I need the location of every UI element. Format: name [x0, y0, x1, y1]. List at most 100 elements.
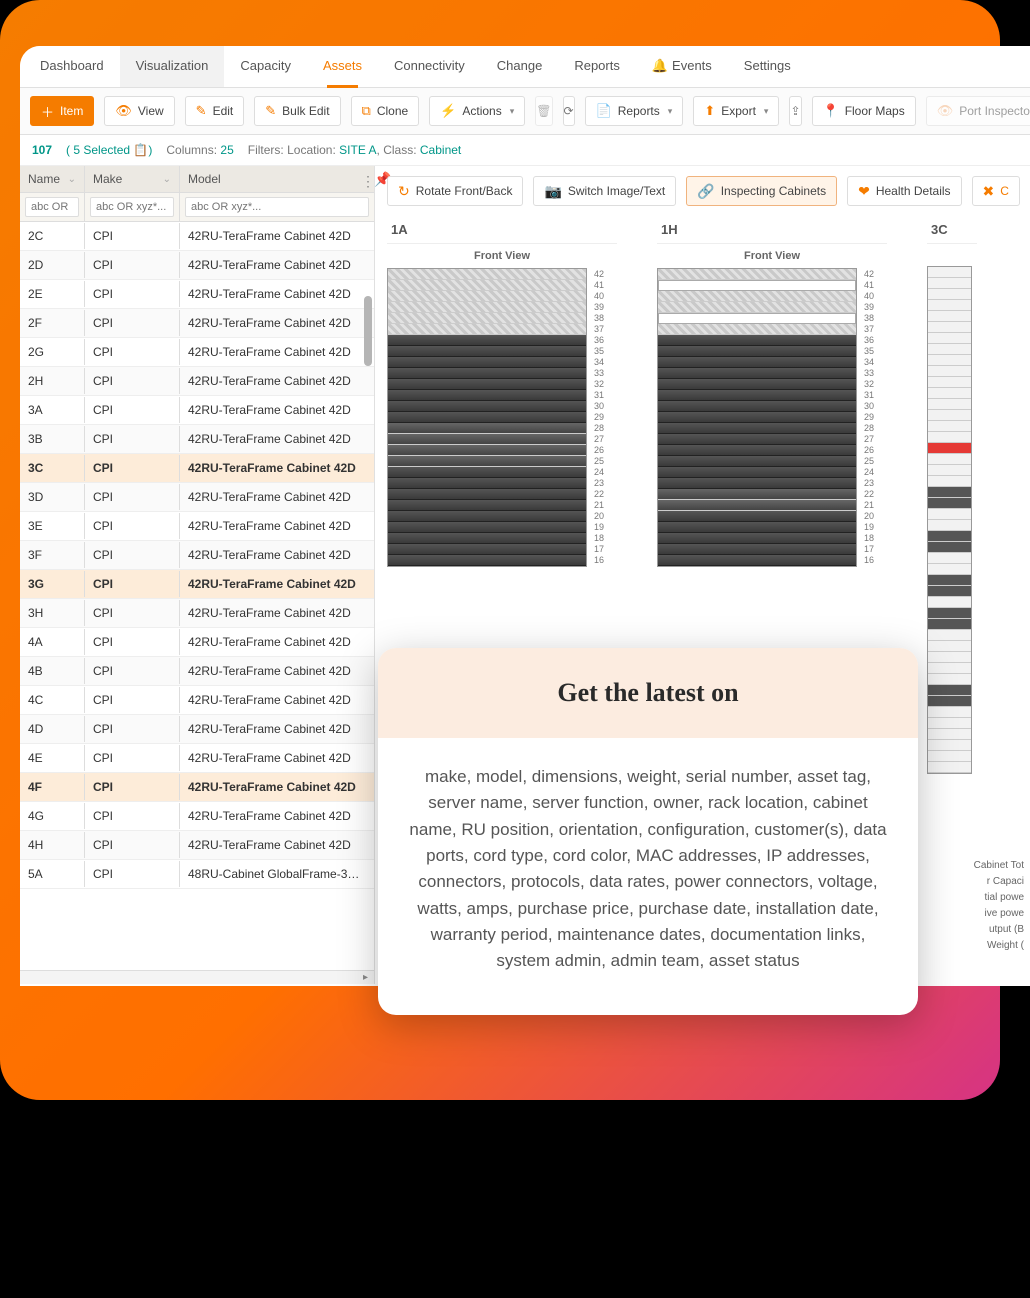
tab-settings[interactable]: Settings — [728, 46, 807, 87]
overlay-header: Get the latest on — [378, 648, 918, 738]
cabinet-title: 1A — [387, 216, 617, 244]
tab-connectivity[interactable]: Connectivity — [378, 46, 481, 87]
table-row[interactable]: 3ACPI42RU-TeraFrame Cabinet 42D — [20, 396, 374, 425]
table-row[interactable]: 2HCPI42RU-TeraFrame Cabinet 42D — [20, 367, 374, 396]
table-row[interactable]: 2CCPI42RU-TeraFrame Cabinet 42D — [20, 222, 374, 251]
front-view-label: Front View — [387, 250, 617, 262]
chevron-down-icon: ▾ — [668, 106, 673, 117]
table-row[interactable]: 2ECPI42RU-TeraFrame Cabinet 42D — [20, 280, 374, 309]
chevron-down-icon: ▾ — [764, 106, 769, 117]
overlay-body: make, model, dimensions, weight, serial … — [378, 738, 918, 1015]
refresh-button[interactable]: ⟳ — [563, 96, 575, 126]
col-header-make[interactable]: Make⌄ — [85, 166, 180, 192]
tab-events[interactable]: 🔔Events — [636, 46, 728, 87]
actions-dropdown[interactable]: ⚡Actions▾ — [429, 96, 525, 126]
bell-icon: 🔔 — [652, 58, 668, 73]
tab-dashboard[interactable]: Dashboard — [24, 46, 120, 87]
table-row[interactable]: 3BCPI42RU-TeraFrame Cabinet 42D — [20, 425, 374, 454]
filter-bar: 107 ( 5 Selected 📋) Columns: 25 Filters:… — [20, 135, 1030, 166]
top-nav: DashboardVisualizationCapacityAssetsConn… — [20, 46, 1030, 88]
viz-toolbar: ↻Rotate Front/Back 📷Switch Image/Text 🔗I… — [387, 176, 1018, 206]
pin-icon: 📍 — [823, 103, 839, 119]
table-row[interactable]: 2DCPI42RU-TeraFrame Cabinet 42D — [20, 251, 374, 280]
refresh-icon: ⟳ — [564, 104, 574, 118]
table-row[interactable]: 5ACPI48RU-Cabinet GlobalFrame-3A-... — [20, 860, 374, 889]
tab-change[interactable]: Change — [481, 46, 559, 87]
table-row[interactable]: 3DCPI42RU-TeraFrame Cabinet 42D — [20, 483, 374, 512]
cabinet-title: 3C — [927, 216, 977, 244]
row-count: 107 — [32, 143, 52, 157]
upload-icon: ⬆ — [704, 103, 715, 119]
tab-capacity[interactable]: Capacity — [224, 46, 307, 87]
bolt-icon: ⚡ — [440, 103, 456, 119]
vertical-scrollbar[interactable] — [364, 296, 372, 366]
floor-maps-button[interactable]: 📍Floor Maps — [812, 96, 916, 126]
close-button[interactable]: ✖C — [972, 176, 1020, 206]
bulk-edit-button[interactable]: ✎Bulk Edit — [254, 96, 340, 126]
heart-icon: ❤ — [858, 183, 870, 200]
table-row[interactable]: 3ECPI42RU-TeraFrame Cabinet 42D — [20, 512, 374, 541]
filter-model-input[interactable] — [185, 197, 369, 217]
share-button[interactable]: ⇪ — [789, 96, 801, 126]
col-header-name[interactable]: Name⌄ — [20, 166, 85, 192]
front-view-label: Front View — [657, 250, 887, 262]
table-header: Name⌄ Make⌄ Model — [20, 166, 374, 193]
rack-3c[interactable] — [927, 266, 972, 774]
table-row[interactable]: 4FCPI42RU-TeraFrame Cabinet 42D — [20, 773, 374, 802]
trash-button[interactable]: 🗑 — [535, 96, 552, 126]
table-row[interactable]: 4HCPI42RU-TeraFrame Cabinet 42D — [20, 831, 374, 860]
share-icon: ⇪ — [790, 104, 800, 118]
table-row[interactable]: 4CCPI42RU-TeraFrame Cabinet 42D — [20, 686, 374, 715]
tab-reports[interactable]: Reports — [558, 46, 636, 87]
inspecting-cabinets-button[interactable]: 🔗Inspecting Cabinets — [686, 176, 837, 206]
port-inspector-button[interactable]: 👁Port Inspector — [926, 96, 1030, 126]
copy-icon[interactable]: 📋 — [133, 143, 148, 157]
table-row[interactable]: 3FCPI42RU-TeraFrame Cabinet 42D — [20, 541, 374, 570]
copy-icon: ⧉ — [362, 103, 371, 119]
tab-assets[interactable]: Assets — [307, 46, 378, 87]
table-row[interactable]: 4DCPI42RU-TeraFrame Cabinet 42D — [20, 715, 374, 744]
table-row[interactable]: 3CCPI42RU-TeraFrame Cabinet 42D — [20, 454, 374, 483]
table-row[interactable]: 3GCPI42RU-TeraFrame Cabinet 42D — [20, 570, 374, 599]
tab-visualization[interactable]: Visualization — [120, 46, 225, 87]
switch-image-text-button[interactable]: 📷Switch Image/Text — [533, 176, 676, 206]
camera-icon: 📷 — [544, 183, 561, 200]
rack-unit-numbers: 4241403938373635343332313029282726252423… — [864, 269, 874, 566]
sort-icon: ⌄ — [68, 174, 76, 185]
columns-info: Columns: 25 — [166, 143, 233, 157]
rack-1a[interactable]: 4241403938373635343332313029282726252423… — [387, 268, 587, 567]
selected-count: ( 5 Selected 📋) — [66, 143, 152, 157]
health-details-button[interactable]: ❤Health Details — [847, 176, 961, 206]
filter-name-input[interactable] — [25, 197, 79, 217]
horizontal-scrollbar[interactable]: ▸ — [20, 970, 374, 984]
clone-button[interactable]: ⧉Clone — [351, 96, 420, 126]
rack-1h[interactable]: 4241403938373635343332313029282726252423… — [657, 268, 857, 567]
table-row[interactable]: 4GCPI42RU-TeraFrame Cabinet 42D — [20, 802, 374, 831]
toolbar: ＋Item 👁View ✎Edit ✎Bulk Edit ⧉Clone ⚡Act… — [20, 88, 1030, 135]
col-header-model[interactable]: Model — [180, 166, 374, 192]
asset-table: Name⌄ Make⌄ Model ⋮ 📌 2CCPI42RU-TeraFram… — [20, 166, 375, 984]
table-row[interactable]: 4BCPI42RU-TeraFrame Cabinet 42D — [20, 657, 374, 686]
filter-make-input[interactable] — [90, 197, 174, 217]
table-row[interactable]: 2FCPI42RU-TeraFrame Cabinet 42D — [20, 309, 374, 338]
overlay-title: Get the latest on — [398, 678, 898, 708]
edit-button[interactable]: ✎Edit — [185, 96, 245, 126]
new-item-button[interactable]: ＋Item — [30, 96, 94, 126]
reports-dropdown[interactable]: 📄Reports▾ — [585, 96, 684, 126]
cabinet-3c: 3C — [927, 216, 977, 774]
table-row[interactable]: 4ECPI42RU-TeraFrame Cabinet 42D — [20, 744, 374, 773]
chevron-down-icon: ▾ — [510, 106, 515, 117]
table-row[interactable]: 3HCPI42RU-TeraFrame Cabinet 42D — [20, 599, 374, 628]
export-dropdown[interactable]: ⬆Export▾ — [693, 96, 779, 126]
pencil-icon: ✎ — [196, 103, 207, 119]
view-button[interactable]: 👁View — [104, 96, 174, 126]
more-columns-icon[interactable]: ⋮ — [361, 168, 375, 194]
table-row[interactable]: 4ACPI42RU-TeraFrame Cabinet 42D — [20, 628, 374, 657]
close-icon: ✖ — [983, 183, 995, 200]
eye-icon: 👁 — [115, 103, 132, 119]
sort-icon: ⌄ — [163, 174, 171, 185]
table-row[interactable]: 2GCPI42RU-TeraFrame Cabinet 42D — [20, 338, 374, 367]
rotate-button[interactable]: ↻Rotate Front/Back — [387, 176, 523, 206]
pencil-icon: ✎ — [265, 103, 276, 119]
table-body: 2CCPI42RU-TeraFrame Cabinet 42D2DCPI42RU… — [20, 222, 374, 970]
